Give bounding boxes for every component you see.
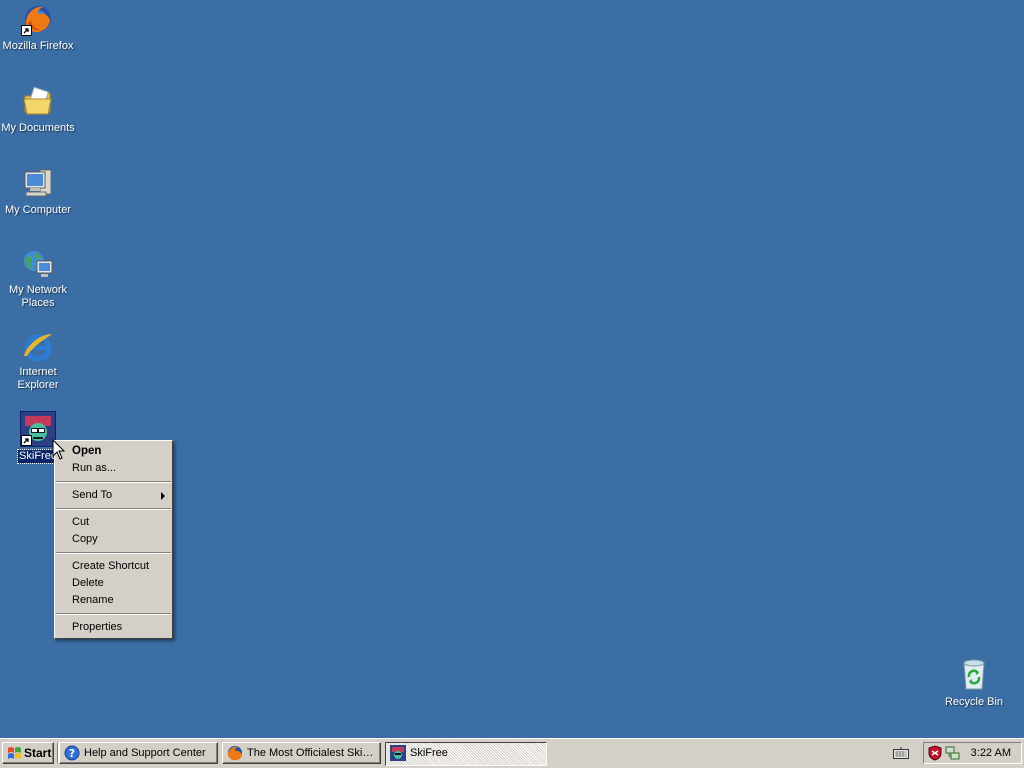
- menu-item-open[interactable]: Open: [55, 443, 172, 460]
- taskbar-button-skifree[interactable]: SkiFree: [385, 742, 547, 766]
- taskbar-button-label: SkiFree: [410, 747, 448, 759]
- shortcut-arrow-icon: [21, 25, 32, 36]
- desktop-icon-label: Internet Explorer: [17, 366, 59, 391]
- taskbar: Start ? Help and Support Center The Most…: [0, 738, 1024, 768]
- my-computer-icon: [21, 166, 55, 200]
- menu-item-properties[interactable]: Properties: [55, 619, 172, 636]
- desktop-icon-my-computer[interactable]: My Computer: [0, 166, 76, 218]
- help-icon: ?: [64, 745, 80, 761]
- desktop-icon-my-network-places[interactable]: My Network Places: [0, 248, 76, 311]
- menu-item-create-shortcut[interactable]: Create Shortcut: [55, 558, 172, 575]
- desktop-icon-label: My Network Places: [8, 284, 68, 309]
- desktop-icon-my-documents[interactable]: My Documents: [0, 84, 76, 136]
- menu-item-rename[interactable]: Rename: [55, 592, 172, 609]
- clock[interactable]: 3:22 AM: [971, 743, 1011, 763]
- keyboard-icon[interactable]: [893, 747, 909, 759]
- shield-icon[interactable]: [927, 745, 943, 761]
- start-button[interactable]: Start: [2, 742, 54, 764]
- firefox-icon: [228, 746, 242, 761]
- firefox-icon: [21, 2, 55, 36]
- menu-item-send-to[interactable]: Send To: [55, 487, 172, 504]
- my-documents-icon: [21, 84, 55, 118]
- context-menu: Open Run as... Send To Cut Copy Create S…: [54, 440, 173, 639]
- network-icon[interactable]: [945, 745, 961, 761]
- menu-item-run-as[interactable]: Run as...: [55, 460, 172, 477]
- skifree-icon: [390, 745, 406, 761]
- recycle-bin-icon: [957, 658, 991, 692]
- skifree-icon: [20, 411, 56, 447]
- menu-separator: [56, 552, 171, 554]
- desktop[interactable]: Mozilla Firefox My Documents My Computer: [0, 0, 1024, 738]
- shortcut-arrow-icon: [21, 435, 32, 446]
- taskbar-button-label: The Most Officialest SkiF...: [247, 747, 376, 759]
- submenu-arrow-icon: [161, 492, 165, 500]
- menu-separator: [56, 508, 171, 510]
- internet-explorer-icon: [21, 330, 55, 364]
- menu-item-label: Send To: [72, 489, 113, 501]
- windows-logo-icon: [8, 747, 21, 759]
- menu-item-cut[interactable]: Cut: [55, 514, 172, 531]
- taskbar-button-help-and-support[interactable]: ? Help and Support Center: [59, 742, 218, 764]
- system-tray: 3:22 AM: [923, 742, 1022, 764]
- menu-separator: [56, 613, 171, 615]
- desktop-icon-label: My Computer: [4, 204, 72, 216]
- menu-item-copy[interactable]: Copy: [55, 531, 172, 548]
- network-places-icon: [21, 248, 55, 282]
- desktop-icon-label: Mozilla Firefox: [2, 40, 74, 52]
- desktop-icon-recycle-bin[interactable]: Recycle Bin: [936, 658, 1012, 710]
- mouse-pointer-icon: [52, 439, 66, 460]
- desktop-icon-mozilla-firefox[interactable]: Mozilla Firefox: [0, 2, 76, 54]
- start-label: Start: [24, 746, 52, 760]
- taskbar-button-label: Help and Support Center: [84, 747, 206, 759]
- taskbar-button-firefox[interactable]: The Most Officialest SkiF...: [222, 742, 381, 764]
- desktop-icon-label: My Documents: [1, 122, 75, 134]
- desktop-icon-label: Recycle Bin: [944, 696, 1004, 708]
- desktop-icon-internet-explorer[interactable]: Internet Explorer: [0, 330, 76, 393]
- menu-separator: [56, 481, 171, 483]
- svg-text:?: ?: [69, 747, 75, 760]
- menu-item-delete[interactable]: Delete: [55, 575, 172, 592]
